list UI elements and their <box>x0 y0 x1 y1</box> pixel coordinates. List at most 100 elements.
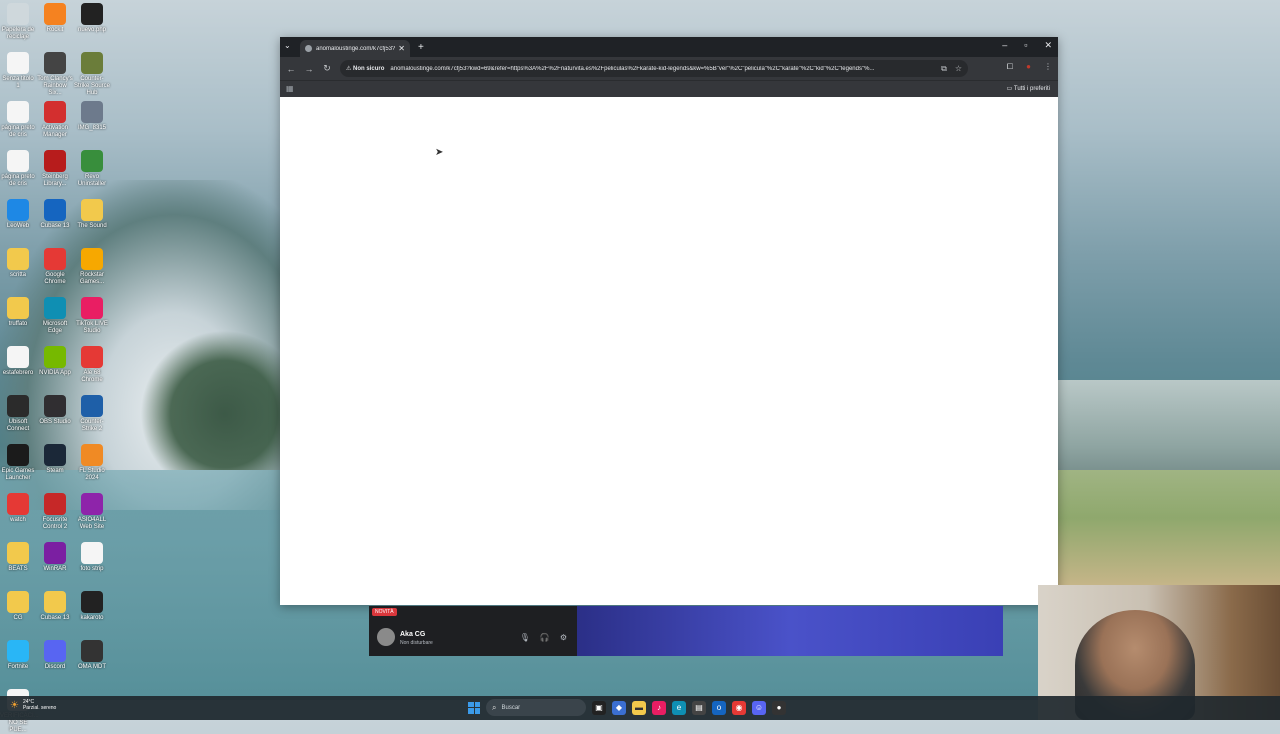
desktop-icon[interactable]: Microsoft Edge <box>37 297 73 335</box>
desktop-icon[interactable]: nuevo.php <box>74 3 110 34</box>
desktop-icon-label: OBS Studio <box>39 419 71 425</box>
chrome-taskbar-icon[interactable]: ◉ <box>732 700 746 715</box>
browser-window[interactable]: ⌄ anomaloustinge.com/k7cfj53? ✕ + – ▫ ✕ … <box>280 37 1058 605</box>
browser-tab[interactable]: anomaloustinge.com/k7cfj53? ✕ <box>300 40 410 57</box>
chrome-icon <box>7 493 29 515</box>
desktop-icon[interactable]: Cubase 13 <box>37 591 73 622</box>
desktop-icon[interactable]: Ubisoft Connect <box>0 395 36 433</box>
desktop-icon[interactable]: Activation Manager <box>37 101 73 139</box>
task-view-icon[interactable]: ▣ <box>592 700 606 715</box>
address-bar[interactable]: ⚠ Non sicuro anomaloustinge.com/k7cfj53?… <box>340 60 968 77</box>
bookmark-star-icon[interactable]: ☆ <box>955 64 962 73</box>
edge-taskbar-icon[interactable]: e <box>672 700 686 715</box>
desktop-icon[interactable]: LeoWeb <box>0 199 36 230</box>
focusrite-icon <box>44 493 66 515</box>
desktop-icon[interactable]: Focusrite Control 2 <box>37 493 73 531</box>
desktop-icon[interactable]: Senza titolo 1 <box>0 52 36 90</box>
reload-icon[interactable]: ↻ <box>322 63 332 74</box>
store-icon[interactable]: ▤ <box>692 700 706 715</box>
apps-grid-icon[interactable]: ▦ <box>286 84 294 93</box>
desktop-icon[interactable]: Counter-Strike Source Hub <box>74 52 110 97</box>
back-icon[interactable]: ← <box>286 64 296 74</box>
desktop-icon[interactable]: Epic Games Launcher <box>0 444 36 482</box>
winrar-icon <box>44 542 66 564</box>
taskbar-search[interactable]: ⌕ Buscar <box>486 699 586 716</box>
desktop-icon[interactable]: scritta <box>0 248 36 279</box>
desktop-icon-label: The Sound <box>77 223 107 229</box>
not-secure-indicator[interactable]: ⚠ Non sicuro <box>346 65 384 72</box>
settings-gear-icon[interactable]: ⚙ <box>560 633 567 642</box>
obs-taskbar-icon[interactable]: ● <box>772 700 786 715</box>
weather-widget[interactable]: ☀ 24°C Parzial. sereno <box>10 699 56 711</box>
epic-icon <box>7 444 29 466</box>
discord-banner <box>577 606 1003 656</box>
file-explorer-icon[interactable]: ▬ <box>632 700 646 715</box>
desktop-icon[interactable]: NVIDIA App <box>37 346 73 377</box>
desktop-icon[interactable]: OBS Studio <box>37 395 73 426</box>
desktop-icon[interactable]: foto strip <box>74 542 110 573</box>
outlook-icon[interactable]: o <box>712 700 726 715</box>
minimize-icon[interactable]: – <box>1002 40 1007 51</box>
windows-start-icon[interactable] <box>468 701 480 714</box>
library-icon <box>44 150 66 172</box>
desktop-icon[interactable]: IMG_8315 <box>74 101 110 132</box>
extensions-icon[interactable]: ⧠ <box>1007 62 1013 72</box>
translate-icon[interactable]: ⧉ <box>941 64 947 74</box>
desktop-icon[interactable]: página preto de cris <box>0 101 36 139</box>
desktop-icon[interactable]: estafebrero <box>0 346 36 377</box>
close-window-icon[interactable]: ✕ <box>1044 40 1052 51</box>
document-icon <box>81 542 103 564</box>
desktop-icon[interactable]: BEATS <box>0 542 36 573</box>
desktop-icon[interactable]: The Sound <box>74 199 110 230</box>
tiktok-taskbar-icon[interactable]: ♪ <box>652 700 666 715</box>
headphones-icon[interactable]: 🎧 <box>540 633 550 642</box>
maximize-icon[interactable]: ▫ <box>1024 40 1027 51</box>
desktop-icon[interactable]: página preto de cris <box>0 150 36 188</box>
desktop-icon[interactable]: watch <box>0 493 36 524</box>
tab-title: anomaloustinge.com/k7cfj53? <box>316 45 396 52</box>
desktop-icon[interactable]: Steinberg Library... <box>37 150 73 188</box>
tab-close-icon[interactable]: ✕ <box>398 44 405 53</box>
folder-icon <box>81 199 103 221</box>
desktop-icon[interactable]: ASIO4ALL Web Site <box>74 493 110 531</box>
desktop-icon[interactable]: Cubase 13 <box>37 199 73 230</box>
discord-overlay[interactable]: NOVITÀ Aka CG Non disturbare 🎙 🎧 ⚙ <box>369 606 1003 656</box>
desktop-icon[interactable]: Revo Uninstaller <box>74 150 110 188</box>
desktop-icon[interactable]: truffato <box>0 297 36 328</box>
desktop-icon[interactable]: TikTok LIVE Studio <box>74 297 110 335</box>
url-text[interactable]: anomaloustinge.com/k7cfj53?kwd=69&refer=… <box>390 66 935 72</box>
discord-status: Non disturbare <box>400 640 433 646</box>
microphone-icon[interactable]: 🎙 <box>520 633 530 642</box>
discord-taskbar-icon[interactable]: ☺ <box>752 700 766 715</box>
desktop-icon[interactable]: Papelera de reciclaje <box>0 3 36 41</box>
desktop-icon-label: Google Chrome <box>44 272 66 285</box>
all-bookmarks[interactable]: ▭ Tutti i preferiti <box>1007 85 1050 92</box>
desktop-icon[interactable]: Fortnite <box>0 640 36 671</box>
forward-icon[interactable]: → <box>304 64 314 74</box>
copilot-icon[interactable]: ◆ <box>612 700 626 715</box>
wallpaper-trees <box>140 330 280 470</box>
desktop-icon[interactable]: CG <box>0 591 36 622</box>
desktop-icon[interactable]: Google Chrome <box>37 248 73 286</box>
profile-avatar-icon[interactable]: ● <box>1026 62 1031 72</box>
desktop-icon[interactable]: Counter-Strike 2 <box>74 395 110 433</box>
tab-search-icon[interactable]: ⌄ <box>284 41 291 50</box>
desktop-icon[interactable]: Steam <box>37 444 73 475</box>
desktop-icon[interactable]: Tom Clancy's Rainbow Six... <box>37 52 73 97</box>
desktop-icon[interactable]: OMA MDT <box>74 640 110 671</box>
new-tab-button[interactable]: + <box>418 42 424 53</box>
document-icon <box>7 101 29 123</box>
desktop-icon-label: BEATS <box>8 566 28 572</box>
desktop-icon[interactable]: Rockit <box>37 3 73 34</box>
menu-kebab-icon[interactable]: ⋮ <box>1044 62 1052 72</box>
news-badge: NOVITÀ <box>372 608 397 616</box>
user-avatar[interactable] <box>377 628 395 646</box>
desktop-icon[interactable]: kakaroto <box>74 591 110 622</box>
desktop-icon[interactable]: Discord <box>37 640 73 671</box>
page-content[interactable]: ➤ <box>280 97 1058 605</box>
desktop-icon[interactable]: Ale 68 Chrome <box>74 346 110 384</box>
desktop-icon[interactable]: Rockstar Games... <box>74 248 110 286</box>
desktop-icon[interactable]: WinRAR <box>37 542 73 573</box>
desktop-icon[interactable]: FL Studio 2024 <box>74 444 110 482</box>
discord-icon <box>44 640 66 662</box>
